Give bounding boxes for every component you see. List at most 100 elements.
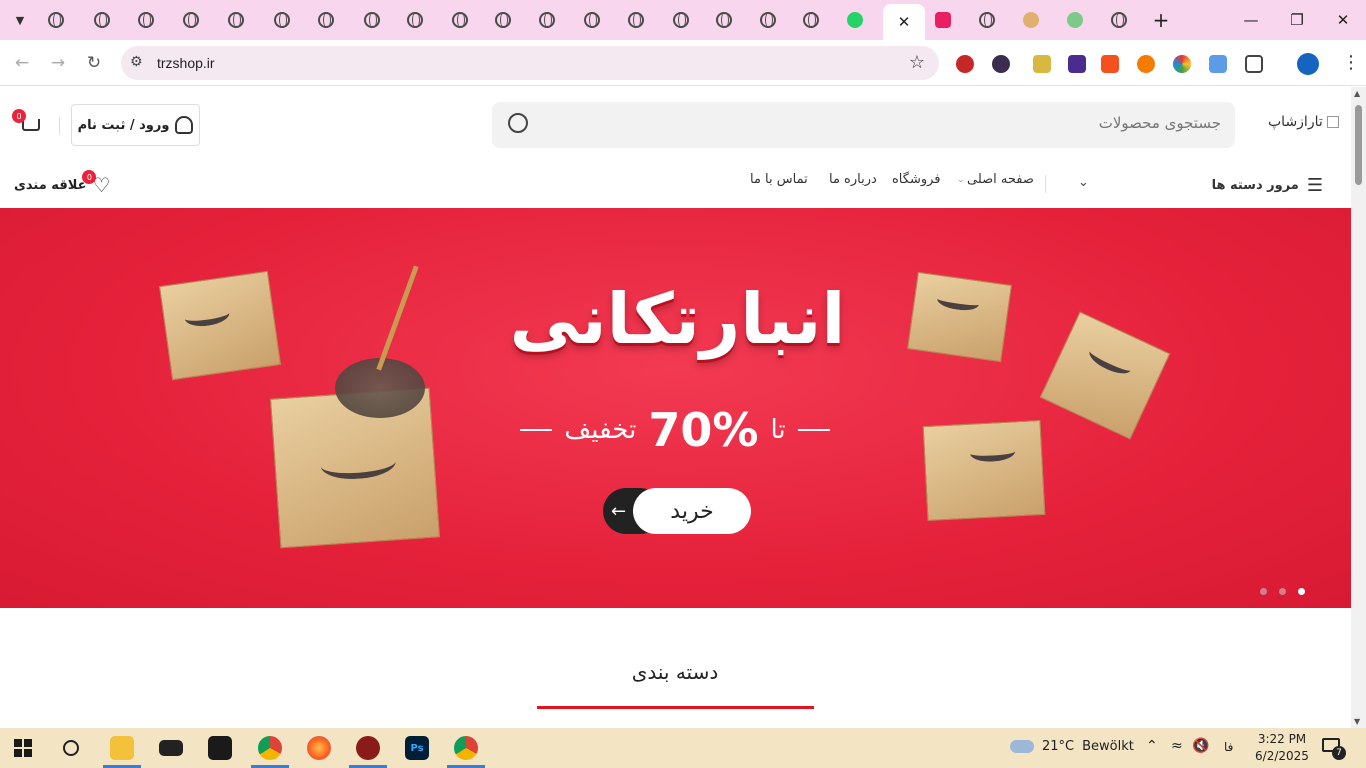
browser-tab[interactable] (1055, 5, 1095, 35)
wifi-icon[interactable]: ≈ (1171, 738, 1183, 754)
divider (1045, 175, 1046, 193)
browser-tab-active[interactable]: ✕ (883, 4, 925, 40)
close-icon[interactable]: ✕ (898, 13, 911, 31)
search-button[interactable] (48, 728, 94, 768)
slider-dot-active[interactable] (1298, 588, 1305, 595)
taskbar-chrome-2[interactable] (443, 728, 489, 768)
extension-k-icon[interactable] (992, 55, 1010, 73)
browser-tab-whatsapp[interactable] (835, 5, 875, 35)
globe-icon (407, 12, 423, 28)
close-window-button[interactable]: ✕ (1320, 0, 1366, 40)
scrollbar-thumb[interactable] (1355, 105, 1362, 185)
browser-tab[interactable] (395, 5, 435, 35)
search-icon[interactable] (508, 113, 528, 133)
browser-tab[interactable] (1099, 5, 1139, 35)
extension-chess-icon[interactable] (1137, 55, 1155, 73)
globe-icon (274, 12, 290, 28)
browser-tab[interactable] (704, 5, 744, 35)
nav-item-home[interactable]: صفحه اصلی (967, 172, 1034, 187)
omnibox[interactable]: ⚙ trzshop.ir ☆ (121, 46, 939, 80)
clock[interactable]: 3:22 PM 6/2/2025 (1252, 731, 1312, 765)
browser-tab[interactable] (967, 5, 1007, 35)
broken-image-icon (1327, 116, 1340, 128)
slider-dot[interactable] (1279, 588, 1286, 595)
chevron-up-icon[interactable]: ⌃ (1146, 738, 1158, 754)
nav-item-shop[interactable]: فروشگاه (892, 172, 941, 187)
taskbar-app[interactable] (345, 728, 391, 768)
scroll-down-icon[interactable]: ▼ (1354, 717, 1360, 726)
language-indicator[interactable]: فا (1224, 740, 1233, 754)
browser-tab[interactable] (262, 5, 302, 35)
taskbar-photoshop[interactable]: Ps (394, 728, 440, 768)
taskbar-store[interactable] (197, 728, 243, 768)
minimize-button[interactable]: — (1228, 0, 1274, 40)
scroll-up-icon[interactable]: ▲ (1354, 89, 1360, 98)
nav-item-contact[interactable]: تماس با ما (750, 172, 808, 187)
extension-seo-icon[interactable] (956, 55, 974, 73)
user-icon (175, 116, 194, 134)
chevron-down-icon: ⌄ (957, 175, 965, 185)
taskbar-firefox[interactable] (296, 728, 342, 768)
login-register-button[interactable]: ورود / ثبت نام (71, 104, 200, 146)
browser-tab[interactable] (216, 5, 256, 35)
profile-avatar[interactable] (1297, 53, 1319, 75)
mail-icon (159, 740, 183, 756)
browser-tab[interactable] (748, 5, 788, 35)
minimize-icon: — (1243, 11, 1259, 29)
site-logo[interactable]: تارازشاپ (1268, 114, 1340, 130)
forward-button[interactable]: → (45, 50, 71, 76)
extensions-puzzle-icon[interactable] (1245, 55, 1263, 73)
taskbar-mail[interactable] (148, 728, 194, 768)
weather-widget[interactable]: 21°C Bewölkt (1010, 739, 1134, 754)
more-menu-icon[interactable]: ⋮ (1342, 52, 1360, 73)
browser-tab[interactable] (1011, 5, 1051, 35)
nav-categories[interactable]: ☰ مرور دسته ها (1212, 175, 1323, 196)
speaker-muted-icon[interactable]: 🔇 (1192, 738, 1209, 754)
browser-tab[interactable] (616, 5, 656, 35)
taskbar-chrome-1[interactable] (247, 728, 293, 768)
browser-tab[interactable] (661, 5, 701, 35)
page-scrollbar[interactable]: ▲ ▼ (1351, 87, 1366, 728)
search-input[interactable] (621, 114, 1221, 132)
browser-tab[interactable] (440, 5, 480, 35)
extension-pen-icon[interactable] (1033, 55, 1051, 73)
extension-translate-icon[interactable] (1101, 55, 1119, 73)
browser-tab[interactable] (527, 5, 567, 35)
hamburger-icon: ☰ (1306, 175, 1323, 196)
restore-button[interactable]: ❐ (1274, 0, 1320, 40)
chevron-down-icon[interactable]: ⌄ (1078, 175, 1089, 190)
site-info-icon[interactable]: ⚙ (130, 54, 143, 70)
star-icon[interactable]: ☆ (909, 52, 925, 73)
browser-tab[interactable] (171, 5, 211, 35)
browser-tab[interactable] (126, 5, 166, 35)
back-button[interactable]: ← (9, 50, 35, 76)
nav-item-about[interactable]: درباره ما (829, 172, 877, 187)
new-tab-button[interactable]: + (1141, 5, 1181, 35)
reload-button[interactable]: ↻ (81, 50, 107, 76)
browser-tab[interactable] (923, 5, 963, 35)
product-search-box[interactable] (492, 102, 1235, 148)
browser-tab[interactable] (791, 5, 831, 35)
extension-pin-icon[interactable] (1209, 55, 1227, 73)
address-bar-row: ← → ↻ ⚙ trzshop.ir ☆ ⋮ (0, 40, 1366, 86)
start-button[interactable] (0, 728, 46, 768)
extension-color-icon[interactable] (1173, 55, 1191, 73)
wishlist-button[interactable]: ♡ 0 علاقه مندی (14, 170, 110, 197)
browser-tab[interactable] (306, 5, 346, 35)
browser-tab[interactable] (572, 5, 612, 35)
hero-banner[interactable]: انبارتکانی تا 70% تخفیف ← خرید (0, 208, 1351, 608)
url-text[interactable]: trzshop.ir (157, 55, 215, 71)
browser-tab[interactable] (82, 5, 122, 35)
taskbar-file-explorer[interactable] (99, 728, 145, 768)
extension-cap-icon[interactable] (1068, 55, 1086, 73)
divider (59, 117, 60, 135)
buy-button[interactable]: ← خرید (603, 488, 751, 534)
browser-tab[interactable] (36, 5, 76, 35)
browser-tab[interactable] (352, 5, 392, 35)
photoshop-icon: Ps (405, 736, 429, 760)
cart-button[interactable]: 0 (12, 109, 44, 137)
notification-center-button[interactable]: 7 (1322, 738, 1346, 760)
browser-tab[interactable] (483, 5, 523, 35)
slider-dot[interactable] (1260, 588, 1267, 595)
tab-search-dropdown[interactable]: ▼ (0, 5, 40, 35)
